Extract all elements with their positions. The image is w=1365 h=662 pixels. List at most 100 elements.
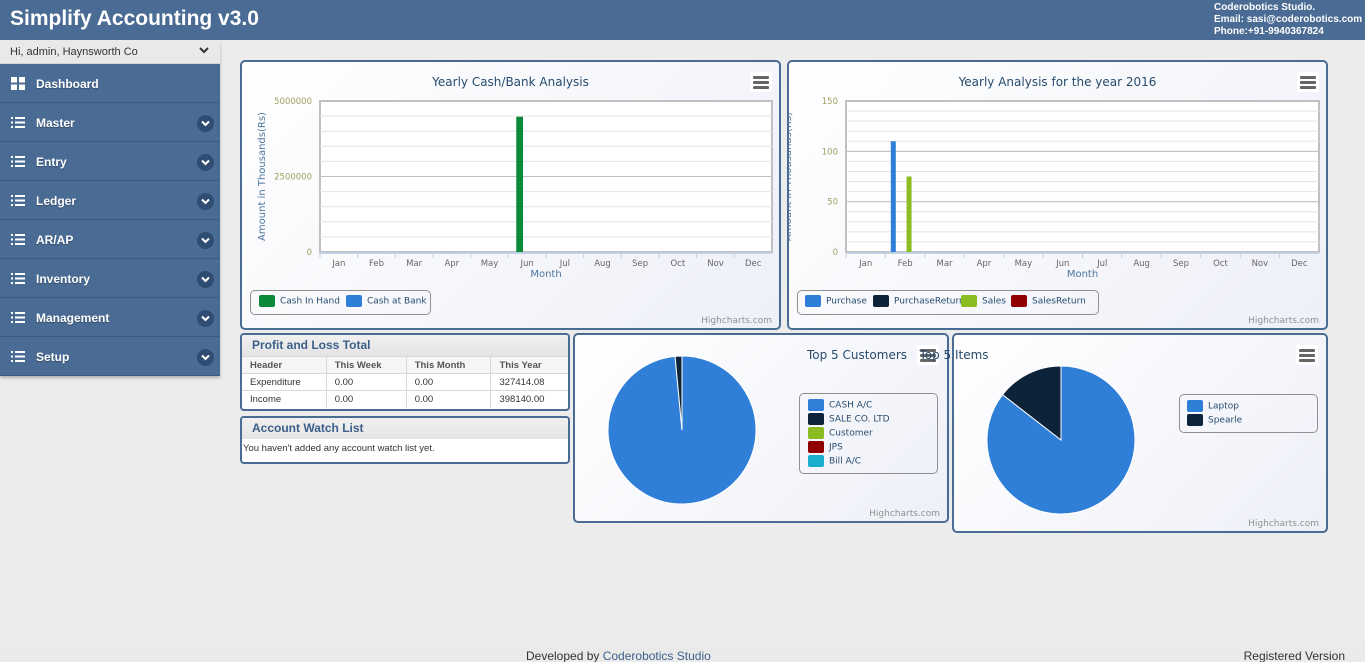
legend-swatch bbox=[259, 295, 275, 307]
legend-item-cash-a-c[interactable]: CASH A/C bbox=[808, 399, 872, 411]
contact-phone: Phone:+91-9940367824 bbox=[1214, 26, 1324, 37]
chart-menu-button[interactable] bbox=[1296, 345, 1318, 365]
legend-swatch bbox=[808, 441, 824, 453]
legend-swatch bbox=[805, 295, 821, 307]
table-cell: 0.00 bbox=[326, 373, 407, 391]
highcharts-credit[interactable]: Highcharts.com bbox=[1248, 316, 1319, 326]
column-header: This Month bbox=[406, 356, 492, 374]
contact-info: Coderobotics Studio. Email: sasi@coderob… bbox=[1214, 2, 1362, 38]
expand-toggle[interactable] bbox=[197, 154, 214, 171]
x-tick-label: Feb bbox=[898, 259, 913, 269]
x-tick-label: Oct bbox=[1213, 259, 1228, 269]
legend-item-cash-in-hand[interactable]: Cash In Hand bbox=[259, 295, 340, 307]
legend-item-cash-at-bank[interactable]: Cash at Bank bbox=[346, 295, 427, 307]
top-items-pie bbox=[986, 365, 1136, 515]
x-tick-label: Sep bbox=[1173, 259, 1189, 269]
yearly-analysis-chart: 0 50 100 150 Jan Feb Mar Apr May Jun Jul Aug Sep Oct N… bbox=[789, 97, 1320, 280]
legend-item-jps[interactable]: JPS bbox=[808, 441, 843, 453]
sidebar-item-dashboard[interactable]: Dashboard bbox=[0, 64, 220, 103]
sidebar-item-inventory[interactable]: Inventory bbox=[0, 259, 220, 298]
legend-swatch bbox=[808, 455, 824, 467]
sidebar-item-management[interactable]: Management bbox=[0, 298, 220, 337]
sidebar-item-label: Dashboard bbox=[36, 77, 99, 91]
sidebar-item-ar-ap[interactable]: AR/AP bbox=[0, 220, 220, 259]
sidebar-item-entry[interactable]: Entry bbox=[0, 142, 220, 181]
x-axis-title: Month bbox=[1067, 269, 1098, 280]
grid-icon bbox=[11, 77, 25, 90]
legend-label: Customer bbox=[829, 428, 873, 439]
bar-sales-feb[interactable] bbox=[906, 176, 912, 253]
legend-label: SalesReturn bbox=[1032, 296, 1086, 307]
legend-label: Cash In Hand bbox=[280, 296, 340, 307]
legend-item-bill-a-c[interactable]: Bill A/C bbox=[808, 455, 861, 467]
x-tick-label: Jul bbox=[559, 259, 570, 269]
user-menu[interactable]: Hi, admin, Haynsworth Co bbox=[0, 40, 220, 64]
legend-item-salesreturn[interactable]: SalesReturn bbox=[1011, 295, 1086, 307]
list-icon bbox=[11, 234, 25, 245]
sidebar-item-ledger[interactable]: Ledger bbox=[0, 181, 220, 220]
x-tick-label: Jan bbox=[331, 259, 345, 269]
table-row: Income 0.00 0.00 398140.00 bbox=[242, 390, 568, 408]
table-cell: 327414.08 bbox=[490, 373, 568, 391]
sidebar-item-label: Management bbox=[36, 311, 110, 325]
highcharts-credit[interactable]: Highcharts.com bbox=[869, 509, 940, 519]
sidebar: Hi, admin, Haynsworth Co Dashboard Master… bbox=[0, 40, 220, 376]
x-tick-label: Dec bbox=[745, 259, 762, 269]
table-cell: Expenditure bbox=[242, 373, 327, 391]
chevron-down-icon bbox=[201, 354, 210, 361]
legend-swatch bbox=[346, 295, 362, 307]
sidebar-item-setup[interactable]: Setup bbox=[0, 337, 220, 376]
bar-cash-in-hand-jun[interactable] bbox=[516, 116, 524, 252]
highcharts-credit[interactable]: Highcharts.com bbox=[1248, 519, 1319, 529]
list-icon bbox=[11, 195, 25, 206]
list-icon bbox=[11, 312, 25, 323]
legend-label: CASH A/C bbox=[829, 400, 873, 411]
legend-item-purchase[interactable]: Purchase bbox=[805, 295, 867, 307]
legend-label: Spearle bbox=[1208, 415, 1243, 426]
watch-list-empty-message: You haven't added any account watch list… bbox=[243, 443, 435, 454]
chevron-down-icon bbox=[201, 315, 210, 322]
highcharts-credit[interactable]: Highcharts.com bbox=[701, 316, 772, 326]
legend-label: PurchaseReturn bbox=[894, 296, 965, 307]
profit-loss-table: Header This Week This Month This Year Expen… bbox=[242, 356, 568, 408]
x-tick-label: May bbox=[481, 259, 499, 269]
sidebar-item-master[interactable]: Master bbox=[0, 103, 220, 142]
top-customers-pie bbox=[607, 355, 757, 505]
x-tick-label: Feb bbox=[369, 259, 384, 269]
legend-label: Laptop bbox=[1208, 401, 1239, 412]
list-icon bbox=[11, 156, 25, 167]
footer-developer: Developed by Coderobotics Studio bbox=[526, 649, 711, 662]
y-tick-label: 100 bbox=[822, 147, 838, 157]
profit-loss-panel: Profit and Loss Total Header This Week Thi… bbox=[240, 333, 570, 411]
legend-item-customer[interactable]: Customer bbox=[808, 427, 873, 439]
expand-toggle[interactable] bbox=[197, 349, 214, 366]
legend-swatch bbox=[1187, 400, 1203, 412]
chevron-down-icon bbox=[199, 47, 209, 54]
y-tick-label: 2500000 bbox=[274, 173, 312, 183]
sidebar-item-label: Setup bbox=[36, 350, 70, 364]
top-items-chart-panel: Top 5 Items Laptop Spearle Highcharts.com bbox=[919, 333, 1328, 533]
legend-item-sales[interactable]: Sales bbox=[961, 295, 1006, 307]
table-row: Expenditure 0.00 0.00 327414.08 bbox=[242, 373, 568, 391]
developer-link[interactable]: Coderobotics Studio bbox=[603, 649, 711, 662]
x-tick-label: Sep bbox=[632, 259, 648, 269]
legend-item-laptop[interactable]: Laptop bbox=[1187, 400, 1239, 412]
legend-item-sale-co-ltd[interactable]: SALE CO. LTD bbox=[808, 413, 890, 425]
expand-toggle[interactable] bbox=[197, 232, 214, 249]
sidebar-item-label: Entry bbox=[36, 155, 67, 169]
expand-toggle[interactable] bbox=[197, 115, 214, 132]
expand-toggle[interactable] bbox=[197, 271, 214, 288]
x-tick-label: Nov bbox=[707, 259, 724, 269]
legend-label: Bill A/C bbox=[829, 456, 862, 467]
cash-bank-chart-panel: Yearly Cash/Bank Analysis 0 2500000 500000… bbox=[240, 60, 781, 330]
table-cell: Income bbox=[242, 390, 327, 408]
x-tick-label: Aug bbox=[1133, 259, 1150, 269]
expand-toggle[interactable] bbox=[197, 310, 214, 327]
sidebar-item-label: Master bbox=[36, 116, 75, 130]
expand-toggle[interactable] bbox=[197, 193, 214, 210]
legend-item-purchasereturn[interactable]: PurchaseReturn bbox=[873, 295, 965, 307]
y-tick-label: 150 bbox=[822, 97, 838, 107]
bar-purchase-feb[interactable] bbox=[890, 141, 896, 252]
legend-label: SALE CO. LTD bbox=[829, 414, 890, 425]
legend-item-spearle[interactable]: Spearle bbox=[1187, 414, 1242, 426]
